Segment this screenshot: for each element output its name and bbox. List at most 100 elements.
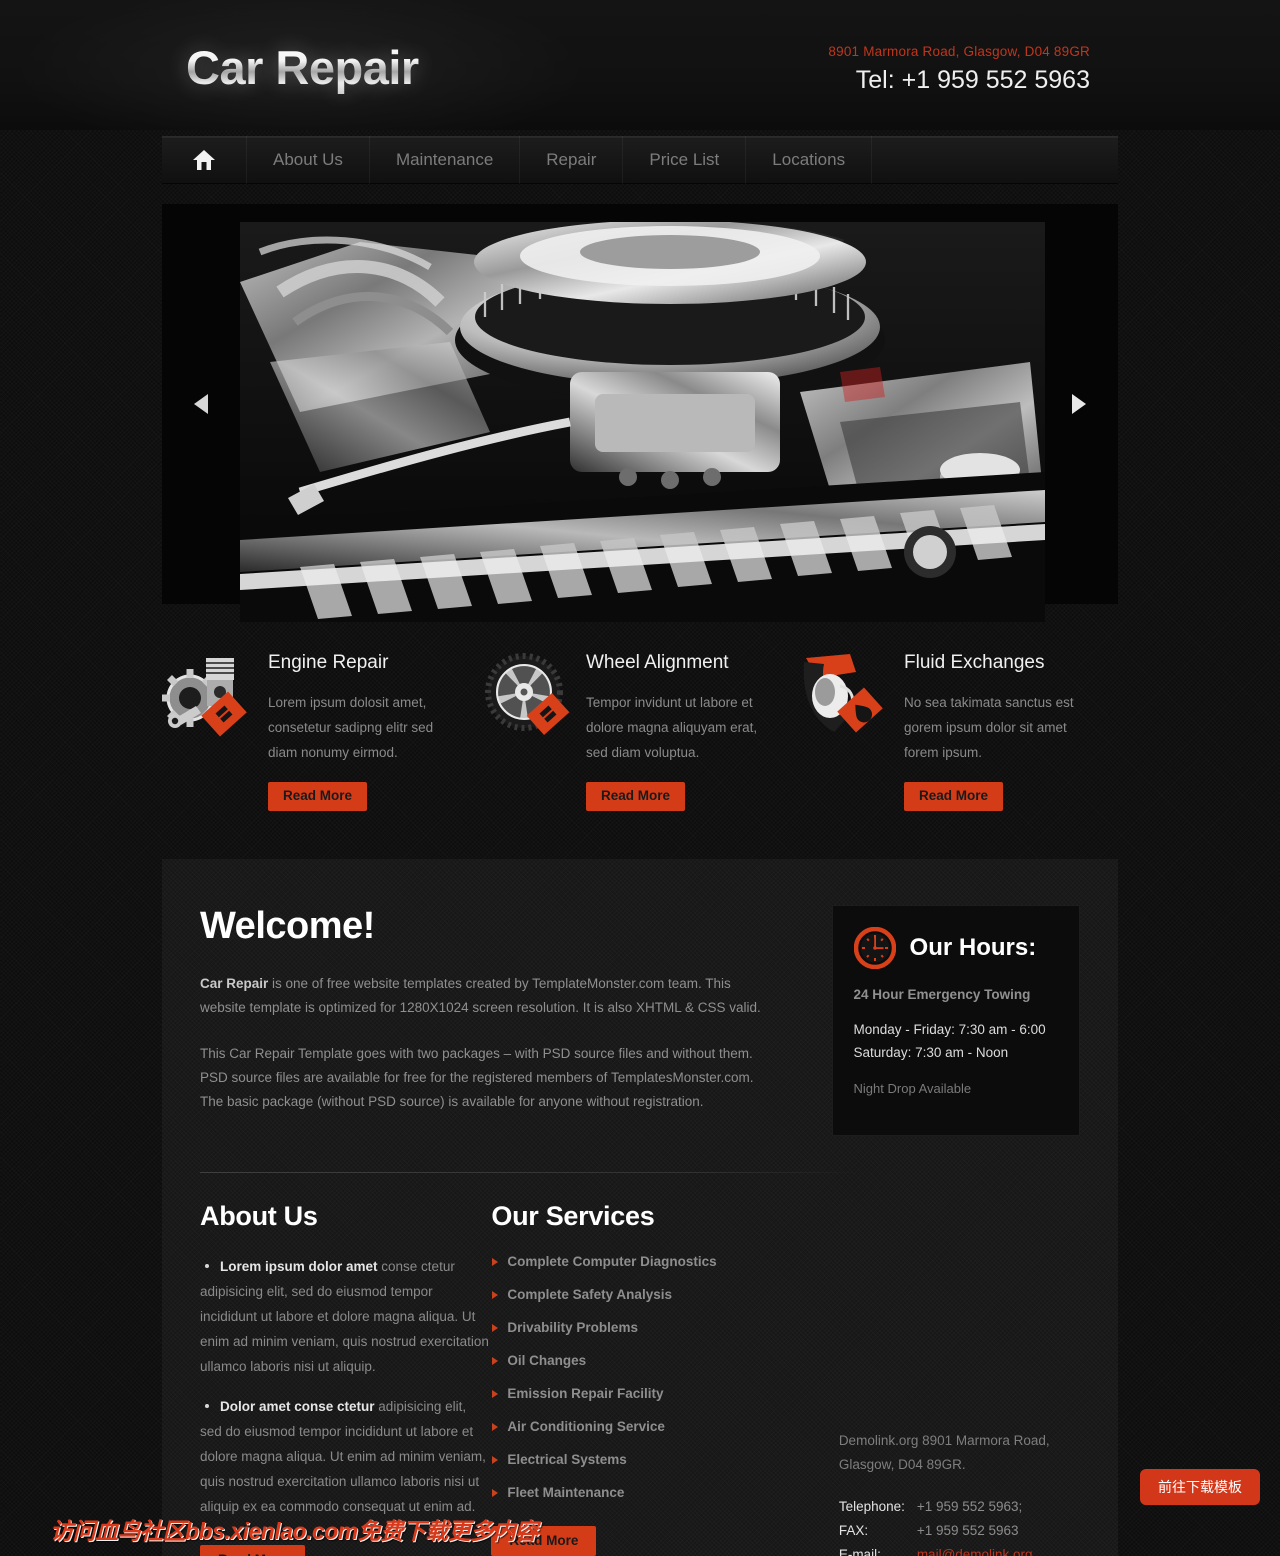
service-card-fluid-exchanges: Fluid Exchanges No sea takimata sanctus … — [798, 646, 1116, 811]
nav-label: About Us — [273, 150, 343, 169]
welcome-column: Welcome! Car Repair is one of free websi… — [200, 905, 774, 1136]
bullet-icon — [205, 1263, 209, 1268]
welcome-heading: Welcome! — [200, 904, 375, 947]
contact-address-line-1: Demolink.org 8901 Marmora Road, — [838, 1432, 1050, 1448]
about-us-actions: Read More — [200, 1544, 489, 1556]
list-item[interactable]: Oil Changes — [491, 1353, 780, 1368]
download-template-button[interactable]: 前往下载模板 — [1140, 1469, 1260, 1505]
header-phone: Tel: +1 959 552 5963 — [855, 66, 1090, 94]
our-hours-subtitle: 24 Hour Emergency Towing — [853, 986, 1031, 1002]
service-title: Engine Repair — [268, 652, 389, 673]
welcome-paragraph-1-text: is one of free website templates created… — [200, 975, 761, 1015]
contact-email-row: E-mail: mail@demolink.org — [839, 1543, 1080, 1556]
contact-telephone-row: Telephone: +1 959 552 5963; — [839, 1495, 1080, 1519]
our-hours-title: Our Hours: — [909, 933, 1037, 961]
our-services-column: Our Services Complete Computer Diagnosti… — [491, 1201, 780, 1556]
list-item[interactable]: Complete Computer Diagnostics — [491, 1254, 780, 1269]
nav-label: Repair — [546, 150, 597, 169]
service-text: Tempor invidunt ut labore et dolore magn… — [586, 695, 758, 760]
our-hours-header: Our Hours: — [853, 926, 1060, 969]
home-icon — [192, 149, 216, 171]
read-more-button-fluid-exchanges[interactable]: Read More — [904, 782, 1004, 811]
about-item-bold: Dolor amet conse ctetur — [220, 1398, 375, 1414]
service-card-engine-repair: Engine Repair Lorem ipsum dolosit amet, … — [161, 646, 480, 811]
list-item[interactable]: Electrical Systems — [491, 1452, 780, 1467]
service-card-body: Fluid Exchanges No sea takimata sanctus … — [904, 646, 1096, 811]
about-list-item: Lorem ipsum dolor amet conse ctetur adip… — [200, 1254, 489, 1379]
about-item-bold: Lorem ipsum dolor amet — [220, 1258, 378, 1274]
welcome-paragraph-1: Car Repair is one of free website templa… — [200, 972, 774, 1020]
nav-item-repair[interactable]: Repair — [520, 136, 624, 184]
navigation-bar: About Us Maintenance Repair Price List L… — [0, 136, 1280, 188]
list-item[interactable]: Drivability Problems — [491, 1320, 780, 1335]
service-card-body: Engine Repair Lorem ipsum dolosit amet, … — [268, 646, 460, 811]
read-more-button-engine-repair[interactable]: Read More — [268, 782, 368, 811]
service-card-wheel-alignment: Wheel Alignment Tempor invidunt ut labor… — [480, 646, 798, 811]
list-item[interactable]: Emission Repair Facility — [491, 1386, 780, 1401]
services-strip: Engine Repair Lorem ipsum dolosit amet, … — [161, 646, 1118, 811]
site-watermark: 访问血鸟社区bbs.xienlao.com免费下载更多内容 — [50, 1518, 538, 1544]
contact-fax-label: FAX: — [838, 1522, 869, 1538]
contact-email-value: mail@demolink.org — [917, 1543, 1033, 1556]
read-more-button-wheel-alignment[interactable]: Read More — [586, 782, 686, 811]
slider-prev-arrow-icon[interactable] — [192, 391, 218, 417]
welcome-section: Welcome! Car Repair is one of free websi… — [200, 904, 1080, 1136]
nav-item-about-us[interactable]: About Us — [247, 136, 370, 184]
contact-fax-row: FAX: +1 959 552 5963 — [839, 1519, 1080, 1543]
contact-fax-value: +1 959 552 5963 — [916, 1522, 1019, 1538]
site-logo[interactable]: Car Repair — [186, 40, 419, 95]
welcome-brand: Car Repair — [200, 975, 269, 991]
service-title: Wheel Alignment — [586, 652, 729, 673]
nav-label: Price List — [649, 150, 720, 169]
service-title: Fluid Exchanges — [904, 652, 1045, 673]
service-text: No sea takimata sanctus est gorem ipsum … — [904, 695, 1074, 760]
contact-info-column: Demolink.org 8901 Marmora Road, Glasgow,… — [839, 1201, 1080, 1556]
email-link[interactable]: mail@demolink.org — [917, 1547, 1033, 1556]
contact-email-label: E-mail: — [838, 1546, 881, 1556]
welcome-paragraph-2: This Car Repair Template goes with two p… — [200, 1045, 754, 1109]
about-us-column: About Us Lorem ipsum dolor amet conse ct… — [200, 1201, 489, 1556]
nav-item-price-list[interactable]: Price List — [623, 136, 747, 184]
about-item-text: adipisicing elit, sed do eiusmod tempor … — [200, 1398, 486, 1514]
page-root: Car Repair 8901 Marmora Road, Glasgow, D… — [0, 0, 1280, 1556]
nav-label: Maintenance — [395, 150, 494, 169]
service-card-body: Wheel Alignment Tempor invidunt ut labor… — [586, 646, 778, 811]
nav-label: Locations — [772, 150, 846, 169]
our-hours-weekday: Monday - Friday: 7:30 am - 6:00 — [853, 1021, 1046, 1037]
oil-drop-icon — [798, 646, 894, 738]
bullet-icon — [205, 1403, 209, 1408]
about-item-text: conse ctetur adipisicing elit, sed do ei… — [200, 1258, 489, 1374]
contact-telephone-label: Telephone: — [838, 1498, 905, 1514]
read-more-button-about-us[interactable]: Read More — [200, 1544, 306, 1556]
header-address: 8901 Marmora Road, Glasgow, D04 89GR — [828, 44, 1090, 59]
hero-slider-image — [240, 222, 1045, 622]
list-item[interactable]: Air Conditioning Service — [491, 1419, 780, 1434]
contact-address-line-2: Glasgow, D04 89GR. — [838, 1456, 966, 1472]
gear-piston-icon — [161, 646, 258, 738]
contact-address: Demolink.org 8901 Marmora Road, Glasgow,… — [839, 1429, 1080, 1477]
section-divider — [200, 1171, 862, 1173]
list-item[interactable]: Fleet Maintenance — [491, 1485, 780, 1500]
header-contact: 8901 Marmora Road, Glasgow, D04 89GR Tel… — [828, 44, 1090, 95]
our-services-list: Complete Computer Diagnostics Complete S… — [491, 1254, 780, 1500]
list-item[interactable]: Complete Safety Analysis — [491, 1287, 780, 1302]
nav-item-home[interactable] — [162, 136, 247, 184]
service-text: Lorem ipsum dolosit amet, consetetur sad… — [268, 695, 434, 760]
nav-item-maintenance[interactable]: Maintenance — [370, 136, 521, 184]
about-list-item: Dolor amet conse ctetur adipisicing elit… — [200, 1394, 489, 1519]
contact-telephone-value: +1 959 552 5963; — [916, 1498, 1023, 1514]
our-hours-note: Night Drop Available — [853, 1080, 972, 1096]
about-us-heading: About Us — [200, 1200, 318, 1231]
lower-content: About Us Lorem ipsum dolor amet conse ct… — [200, 1201, 1080, 1556]
our-hours-saturday: Saturday: 7:30 am - Noon — [853, 1044, 1009, 1060]
clock-icon — [853, 926, 896, 969]
our-services-heading: Our Services — [491, 1200, 655, 1231]
hero-slider — [162, 204, 1118, 622]
nav-item-locations[interactable]: Locations — [746, 136, 873, 184]
site-header: Car Repair 8901 Marmora Road, Glasgow, D… — [0, 0, 1280, 130]
our-hours-box: Our Hours: 24 Hour Emergency Towing Mond… — [831, 904, 1080, 1136]
slider-next-arrow-icon[interactable] — [1062, 391, 1088, 417]
main-content-panel: Welcome! Car Repair is one of free websi… — [162, 859, 1118, 1556]
wheel-tire-icon — [480, 646, 576, 738]
nav-list: About Us Maintenance Repair Price List L… — [162, 136, 1118, 184]
